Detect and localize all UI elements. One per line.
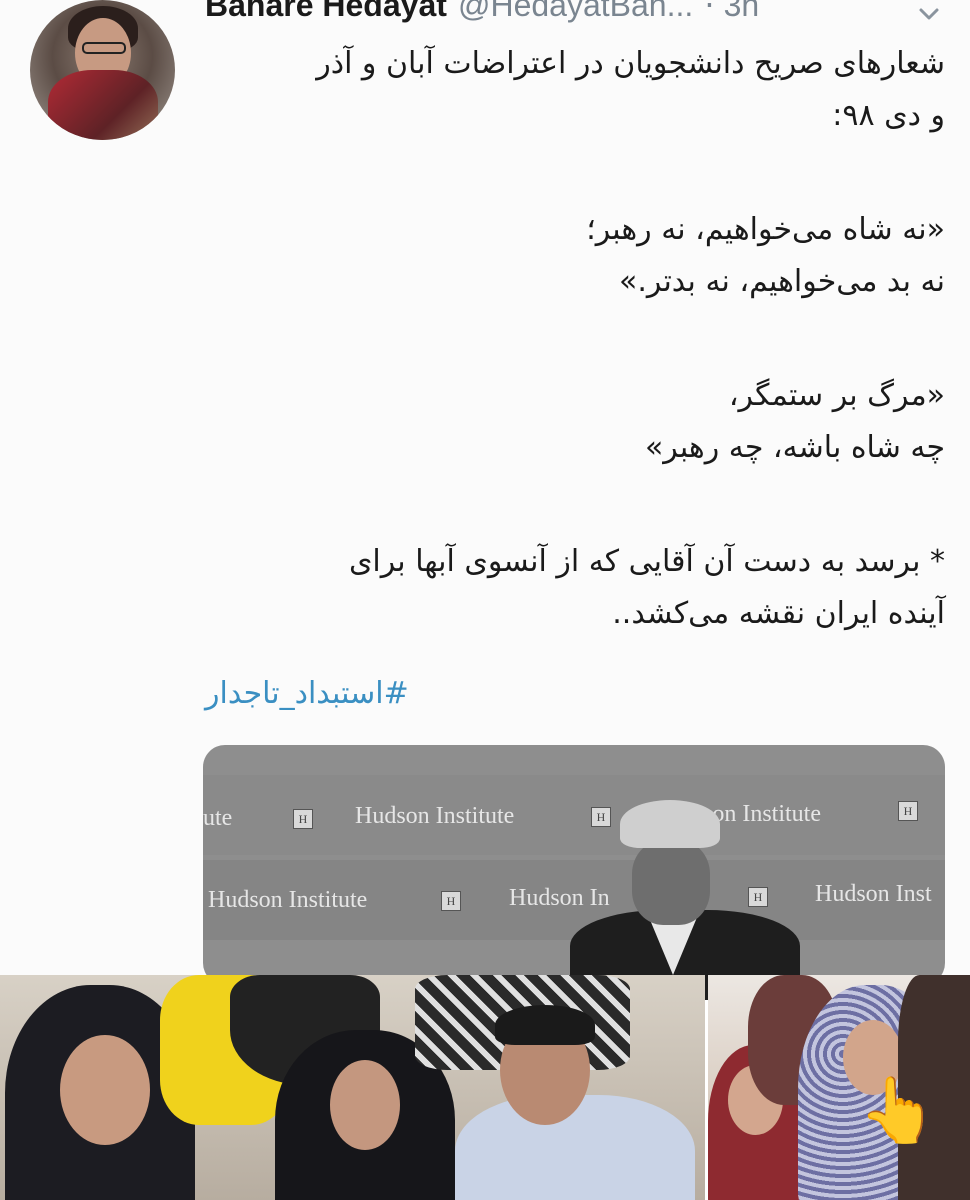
- display-name[interactable]: Bahare Hedayat: [205, 0, 447, 23]
- backdrop-band: [203, 775, 945, 855]
- photo-figure-face: [60, 1035, 150, 1145]
- separator-dot: ·: [704, 0, 715, 24]
- tweet-text: شعارهای صریح دانشجویان در اعتراضات آبان …: [200, 38, 945, 640]
- avatar-scarf: [48, 70, 158, 140]
- backdrop-logo-mark: H: [591, 807, 611, 827]
- backdrop-text: Hudson Inst: [815, 881, 932, 907]
- photo-person-hair: [620, 800, 720, 848]
- tweet-line: و دی ۹۸:: [832, 98, 945, 133]
- tweet-line: «نه شاه می‌خواهیم، نه رهبر؛: [586, 212, 945, 247]
- group-photo-left: [0, 975, 705, 1200]
- backdrop-logo-mark: H: [441, 891, 461, 911]
- tweet-line: «مرگ بر ستمگر،: [728, 378, 945, 413]
- avatar-glasses: [82, 42, 126, 54]
- timestamp[interactable]: 3h: [724, 0, 760, 23]
- backdrop-logo-mark: H: [293, 809, 313, 829]
- pointing-hand-emoji: 👆: [858, 1074, 938, 1148]
- tweet-header: Bahare Hedayat @HedayatBah... · 3h: [205, 0, 965, 26]
- photo-person-face: [632, 840, 710, 925]
- tweet-line: چه شاه باشه، چه رهبر»: [644, 430, 945, 465]
- chevron-down-icon[interactable]: [915, 0, 943, 28]
- backdrop-logo-mark: H: [748, 887, 768, 907]
- backdrop-logo-mark: H: [898, 801, 918, 821]
- photo-figure-hair: [495, 1005, 595, 1045]
- backdrop-text: son Institute: [703, 801, 821, 827]
- user-handle[interactable]: @HedayatBah...: [458, 0, 693, 23]
- avatar[interactable]: [30, 0, 175, 140]
- backdrop-text: Hudson Institute: [355, 803, 515, 829]
- tweet-line: شعارهای صریح دانشجویان در اعتراضات آبان …: [316, 46, 945, 81]
- photo-figure-face: [330, 1060, 400, 1150]
- tweet-line: نه بد می‌خواهیم، نه بدتر.»: [619, 264, 945, 299]
- backdrop-text: Hudson In: [509, 885, 610, 911]
- tweet-line: * برسد به دست آن آقایی که از آنسوی آبها …: [348, 544, 945, 579]
- bottom-photo-collage: [0, 975, 970, 1200]
- hashtag-link[interactable]: #استبداد_تاجدار: [205, 676, 505, 711]
- tweet-line: آینده ایران نقشه می‌کشد..: [612, 596, 945, 631]
- backdrop-text: Hudson Institute: [208, 887, 368, 913]
- backdrop-text: ute: [203, 805, 233, 831]
